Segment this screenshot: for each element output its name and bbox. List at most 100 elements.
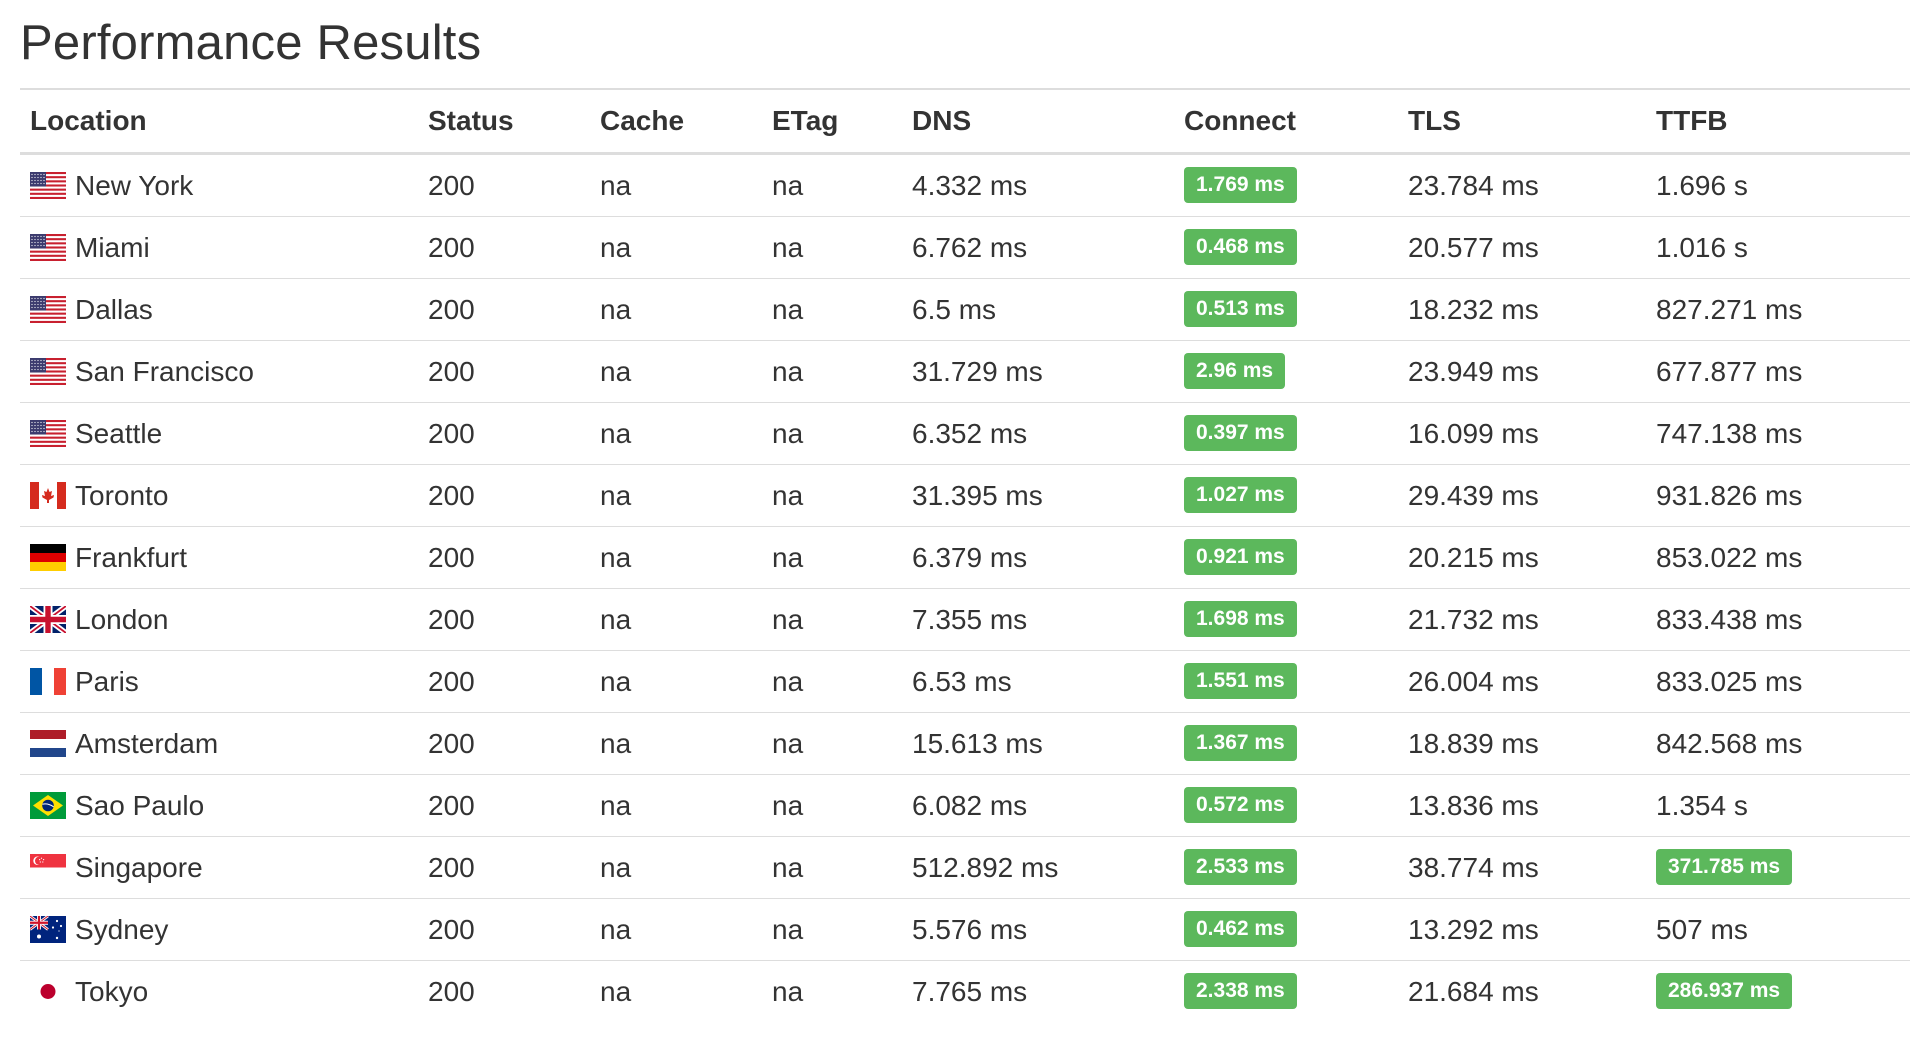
location-name: Miami: [75, 231, 150, 263]
table-row: Seattle 200 na na 6.352 ms 0.397 ms 16.099 ms 7…: [20, 402, 1910, 465]
table-row: Toronto 200 na na 31.395 ms 1.027 ms 29.439 ms…: [20, 464, 1910, 527]
location-name: Sao Paulo: [75, 789, 205, 821]
column-header-ttfb[interactable]: TTFB: [1646, 89, 1910, 155]
dns-cell: 6.762 ms: [902, 216, 1174, 279]
ttfb-cell: 931.826 ms: [1646, 464, 1910, 527]
etag-cell: na: [772, 169, 804, 201]
location-cell: Frankfurt: [20, 526, 418, 589]
ttfb-fast-badge: 371.785 ms: [1656, 849, 1793, 885]
tls-cell: 23.784 ms: [1408, 169, 1539, 201]
table-row: London 200 na na 7.355 ms 1.698 ms 21.732 ms 83…: [20, 588, 1910, 651]
etag-cell: na: [762, 464, 902, 527]
us-flag-icon: [30, 420, 66, 447]
location-name: San Francisco: [75, 355, 254, 387]
tls-cell: 20.577 ms: [1398, 216, 1646, 279]
location-cell: Toronto: [20, 464, 418, 527]
connect-cell: 2.338 ms: [1174, 960, 1398, 1022]
dns-cell: 6.5 ms: [902, 278, 1174, 341]
etag-cell: na: [762, 650, 902, 713]
location-name: New York: [75, 169, 194, 201]
tls-cell: 21.684 ms: [1398, 960, 1646, 1022]
location-wrapper: Seattle: [30, 418, 408, 450]
table-row: Sydney 200 na na 5.576 ms 0.462 ms 13.292 ms 50…: [20, 898, 1910, 961]
connect-fast-badge: 1.698 ms: [1184, 601, 1297, 637]
location-wrapper: Frankfurt: [30, 542, 408, 574]
location-cell: New York: [20, 154, 418, 217]
column-header-tls[interactable]: TLS: [1398, 89, 1646, 155]
cache-cell: na: [590, 526, 762, 589]
connect-cell: 0.572 ms: [1174, 774, 1398, 837]
connect-cell: 2.96 ms: [1174, 340, 1398, 403]
ttfb-fast-badge: 286.937 ms: [1656, 973, 1793, 1009]
ttfb-cell: 833.025 ms: [1646, 650, 1910, 713]
table-header: Location Status Cache ETag DNS Connect T…: [20, 89, 1910, 155]
location-wrapper: Tokyo: [30, 976, 408, 1008]
tls-cell: 38.774 ms: [1398, 836, 1646, 899]
cache-cell: na: [590, 588, 762, 651]
connect-fast-badge: 1.027 ms: [1184, 477, 1297, 513]
etag-cell: na: [762, 526, 902, 589]
dns-cell: 15.613 ms: [902, 712, 1174, 775]
connect-cell: 1.551 ms: [1174, 650, 1398, 713]
au-flag-icon: [30, 916, 66, 943]
connect-fast-badge: 2.533 ms: [1184, 849, 1297, 885]
dns-cell: 6.379 ms: [902, 526, 1174, 589]
status-cell: 200: [418, 712, 590, 775]
cache-cell: na: [590, 216, 762, 279]
tls-cell: 16.099 ms: [1398, 402, 1646, 465]
location-name: Seattle: [75, 417, 163, 449]
table-row: Singapore 200 na na 512.892 ms 2.533 ms 38.774…: [20, 836, 1910, 899]
column-header-status[interactable]: Status: [418, 89, 590, 155]
location-name: Singapore: [75, 851, 203, 883]
performance-results-table: Location Status Cache ETag DNS Connect T…: [20, 88, 1910, 1022]
ttfb-cell: 507 ms: [1646, 898, 1910, 961]
location-wrapper: Sao Paulo: [30, 790, 408, 822]
etag-cell: na: [762, 340, 902, 403]
location-cell: Amsterdam: [20, 712, 418, 775]
location-wrapper: Singapore: [30, 852, 408, 884]
ttfb-cell: 747.138 ms: [1646, 402, 1910, 465]
status-cell: 200: [418, 402, 590, 465]
location-wrapper: New York: [30, 170, 408, 202]
etag-cell: na: [762, 216, 902, 279]
connect-cell: 0.397 ms: [1174, 402, 1398, 465]
connect-cell: 1.769 ms: [1174, 154, 1398, 217]
etag-cell: na: [762, 898, 902, 961]
connect-cell: 1.367 ms: [1174, 712, 1398, 775]
location-name: Paris: [75, 665, 139, 697]
location-cell: Singapore: [20, 836, 418, 899]
etag-cell: na: [762, 836, 902, 899]
location-name: Dallas: [75, 293, 153, 325]
connect-cell: 0.921 ms: [1174, 526, 1398, 589]
dns-cell: 4.332 ms: [912, 169, 1028, 201]
etag-cell: na: [762, 774, 902, 837]
cache-cell: na: [590, 340, 762, 403]
status-cell: 200: [428, 169, 475, 201]
column-header-connect[interactable]: Connect: [1174, 89, 1398, 155]
column-header-etag[interactable]: ETag: [762, 89, 902, 155]
connect-cell: 0.468 ms: [1174, 216, 1398, 279]
location-cell: Sydney: [20, 898, 418, 961]
tls-cell: 23.949 ms: [1398, 340, 1646, 403]
column-header-location[interactable]: Location: [20, 89, 418, 155]
ttfb-cell: 827.271 ms: [1646, 278, 1910, 341]
ttfb-cell: 842.568 ms: [1646, 712, 1910, 775]
column-header-dns[interactable]: DNS: [902, 89, 1174, 155]
connect-cell: 0.513 ms: [1174, 278, 1398, 341]
status-cell: 200: [418, 836, 590, 899]
cache-cell: na: [590, 650, 762, 713]
tls-cell: 18.839 ms: [1398, 712, 1646, 775]
cache-cell: na: [590, 774, 762, 837]
connect-fast-badge: 2.96 ms: [1184, 353, 1286, 389]
connect-fast-badge: 0.462 ms: [1184, 911, 1297, 947]
location-cell: San Francisco: [20, 340, 418, 403]
connect-fast-badge: 0.921 ms: [1184, 539, 1297, 575]
tls-cell: 20.215 ms: [1398, 526, 1646, 589]
connect-fast-badge: 0.468 ms: [1184, 229, 1297, 265]
location-cell: Sao Paulo: [20, 774, 418, 837]
location-wrapper: Dallas: [30, 294, 408, 326]
column-header-cache[interactable]: Cache: [590, 89, 762, 155]
ttfb-cell: 371.785 ms: [1646, 836, 1910, 899]
cache-cell: na: [590, 402, 762, 465]
etag-cell: na: [762, 960, 902, 1022]
